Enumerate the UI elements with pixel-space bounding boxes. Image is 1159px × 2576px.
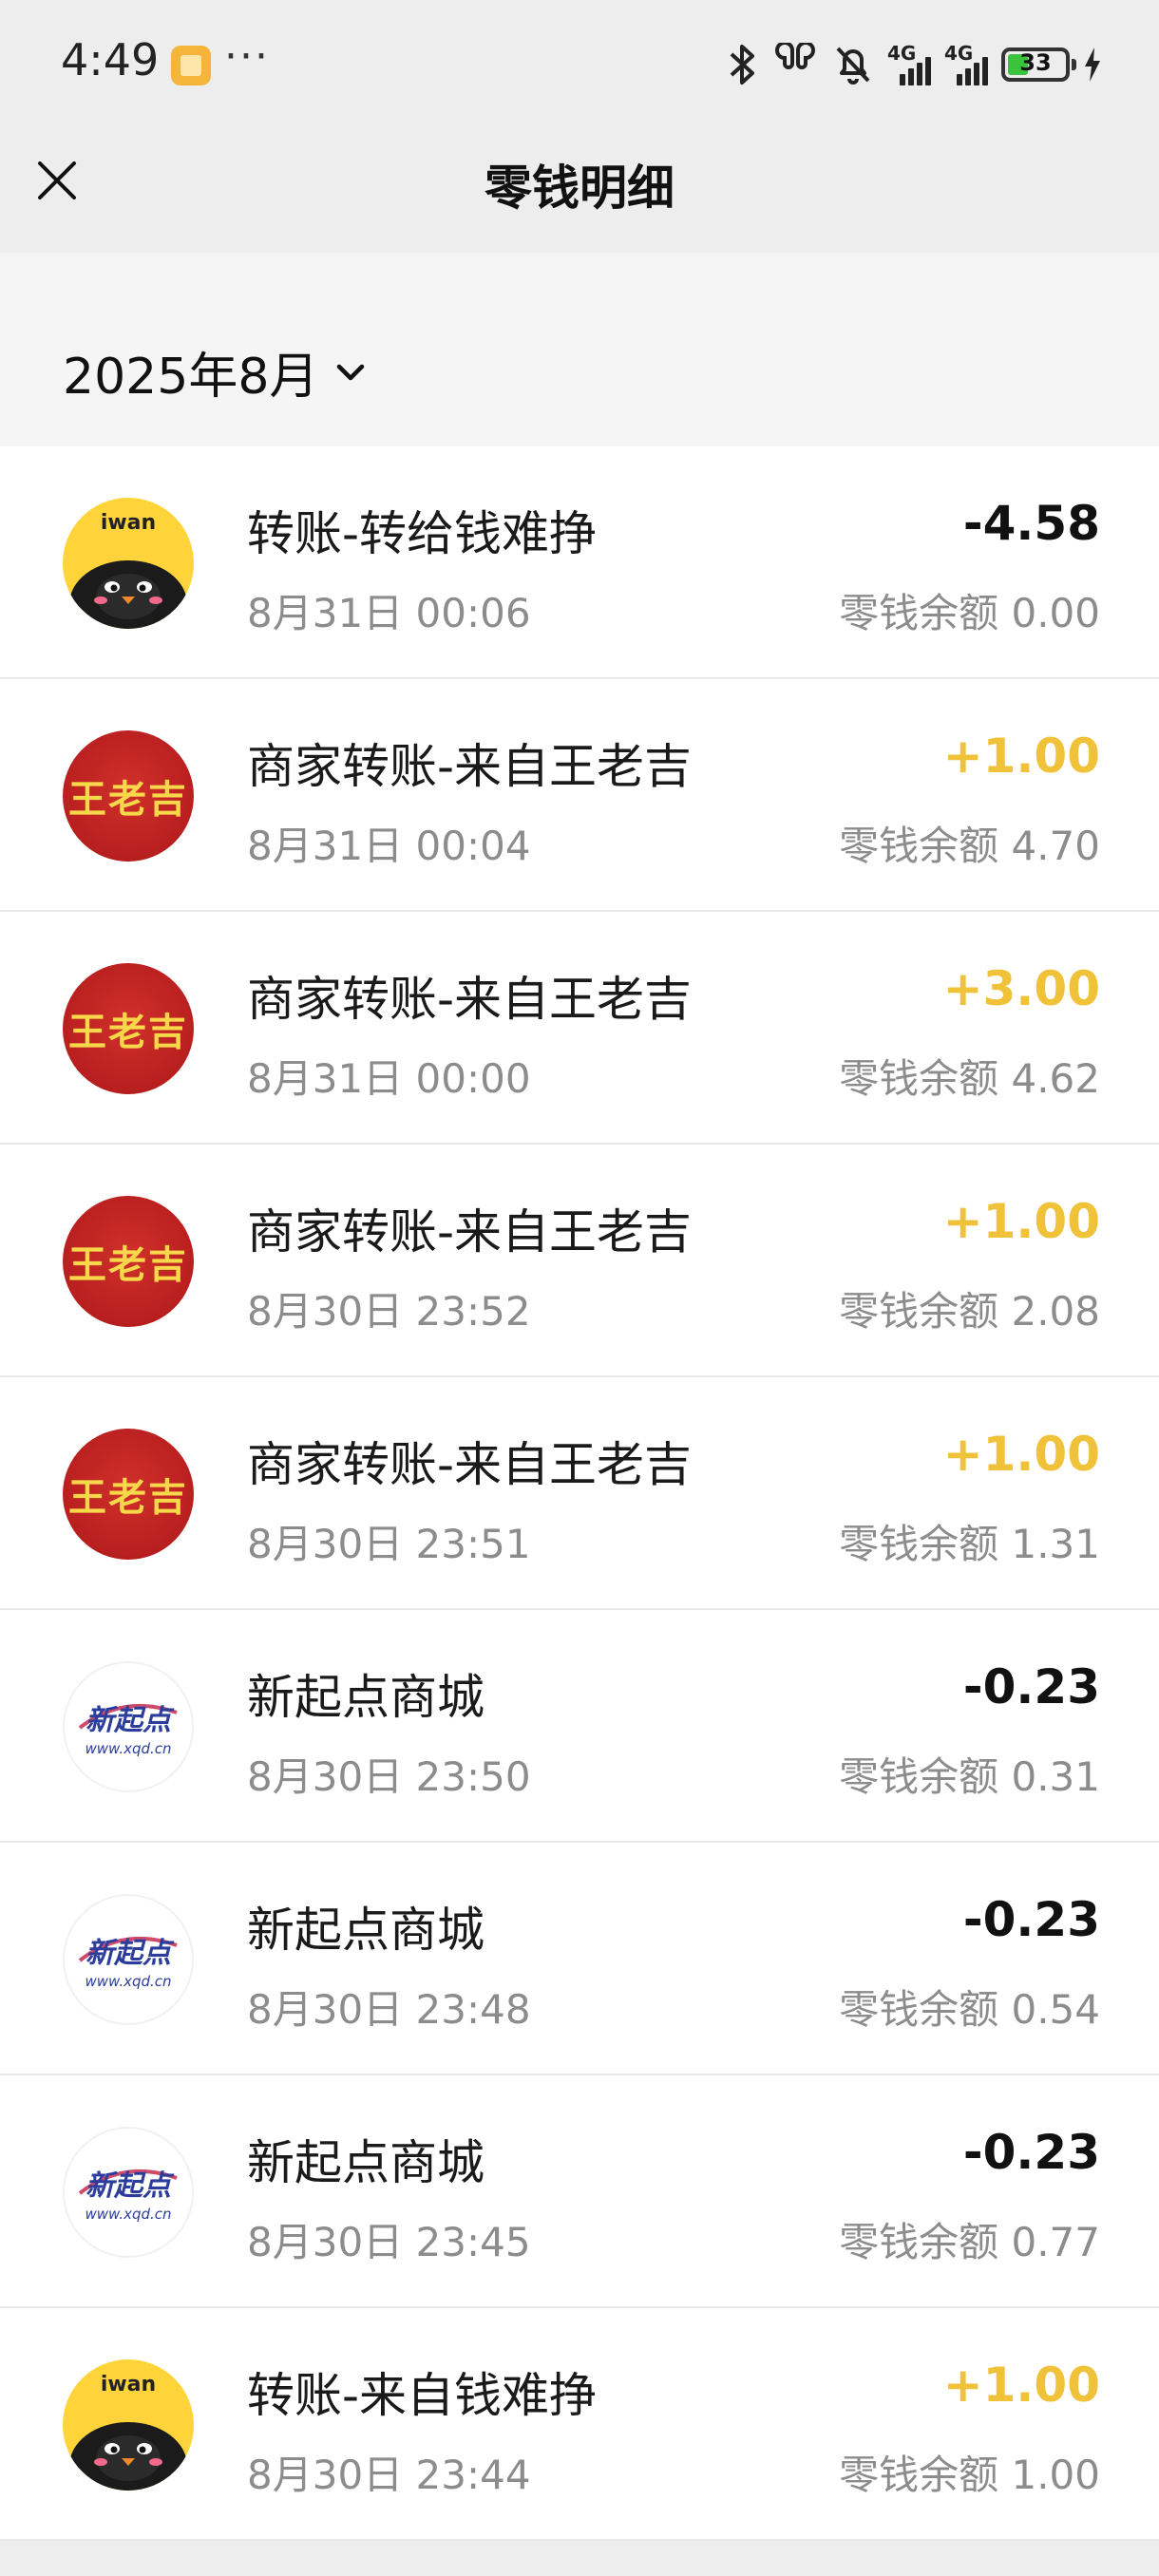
logo-url: www.xqd.cn (85, 2206, 172, 2223)
transaction-amount: -4.58 (962, 496, 1100, 551)
transaction-row[interactable]: 新起点 www.xqd.cn 新起点商城 8月30日 23:50 -0.23 零钱余额 0… (0, 1610, 1159, 1843)
signal-4g-icon-2: 4G (944, 42, 988, 85)
transaction-amount: +3.00 (942, 961, 1100, 1016)
logo-text: 王老吉 (68, 1242, 188, 1287)
signal-4g-icon-1: 4G (887, 42, 931, 85)
transaction-time: 8月31日 00:00 (247, 1055, 531, 1102)
notes-app-icon (171, 46, 211, 85)
charging-icon (1085, 47, 1100, 82)
logo-text: 王老吉 (68, 1010, 188, 1054)
transaction-time: 8月31日 00:06 (247, 590, 531, 636)
logo-text: 王老吉 (68, 1475, 188, 1520)
iwan-penguin-avatar: iwan (63, 498, 194, 629)
balance-after: 零钱余额 0.77 (839, 2219, 1100, 2265)
transaction-row[interactable]: iwan 转账-来自钱难挣 8月30日 23:44 +1.00 零钱余额 1.00 (0, 2308, 1159, 2541)
transaction-amount: +1.00 (942, 729, 1100, 784)
transaction-time: 8月30日 23:51 (247, 1521, 531, 1567)
transaction-row[interactable]: iwan 转账-转给钱难挣 8月31日 00:06 -4.58 零钱余额 0.00 (0, 446, 1159, 679)
logo-text: 新起点 (86, 1704, 171, 1737)
transaction-time: 8月30日 23:48 (247, 1986, 531, 2033)
wanglaoji-logo: 王老吉 (63, 1196, 194, 1327)
transaction-title: 转账-转给钱难挣 (247, 506, 598, 561)
transaction-time: 8月30日 23:52 (247, 1288, 531, 1335)
balance-after: 零钱余额 0.31 (839, 1753, 1100, 1800)
xinqidian-logo: 新起点 www.xqd.cn (63, 1894, 194, 2025)
balance-after: 零钱余额 4.70 (839, 823, 1100, 869)
transaction-time: 8月30日 23:44 (247, 2452, 531, 2498)
chevron-down-icon (337, 364, 365, 380)
transaction-amount: +1.00 (942, 1427, 1100, 1482)
status-bar: 4:49 ··· 4G 4G 33 (0, 0, 1159, 123)
balance-after: 零钱余额 0.54 (839, 1986, 1100, 2033)
iwan-penguin-avatar: iwan (63, 2359, 194, 2491)
balance-after: 零钱余额 4.62 (839, 1055, 1100, 1102)
transaction-row[interactable]: 王老吉 商家转账-来自王老吉 8月30日 23:52 +1.00 零钱余额 2.08 (0, 1145, 1159, 1377)
month-label: 2025年8月 (63, 349, 319, 406)
xinqidian-logo: 新起点 www.xqd.cn (63, 1661, 194, 1792)
logo-text: 王老吉 (68, 777, 188, 822)
transaction-amount: -0.23 (962, 1892, 1100, 1947)
balance-after: 零钱余额 1.31 (839, 1521, 1100, 1567)
logo-url: www.xqd.cn (85, 1740, 172, 1757)
status-icons: 4G 4G 33 (726, 38, 1102, 91)
transaction-title: 新起点商城 (247, 2135, 484, 2190)
status-time: 4:49 (61, 34, 160, 85)
transaction-time: 8月30日 23:45 (247, 2219, 531, 2265)
transaction-title: 新起点商城 (247, 1670, 484, 1725)
transaction-time: 8月31日 00:04 (247, 823, 531, 869)
nav-bar: 零钱明细 (0, 123, 1159, 253)
wanglaoji-logo: 王老吉 (63, 963, 194, 1094)
network-type-2: 4G (944, 42, 974, 65)
logo-text: iwan (100, 511, 157, 535)
transaction-row[interactable]: 新起点 www.xqd.cn 新起点商城 8月30日 23:48 -0.23 零钱余额 0… (0, 1843, 1159, 2075)
month-picker[interactable]: 2025年8月 (63, 336, 368, 407)
more-notifications-icon: ··· (224, 32, 270, 81)
transaction-row[interactable]: 王老吉 商家转账-来自王老吉 8月30日 23:51 +1.00 零钱余额 1.31 (0, 1377, 1159, 1610)
transaction-title: 商家转账-来自王老吉 (247, 739, 693, 794)
transaction-row[interactable]: 王老吉 商家转账-来自王老吉 8月31日 00:00 +3.00 零钱余额 4.62 (0, 912, 1159, 1145)
transaction-amount: -0.23 (962, 2125, 1100, 2180)
transaction-amount: +1.00 (942, 1194, 1100, 1249)
transaction-title: 商家转账-来自王老吉 (247, 972, 693, 1027)
transaction-title: 新起点商城 (247, 1903, 484, 1958)
transaction-title: 商家转账-来自王老吉 (247, 1204, 693, 1260)
earbuds-icon (774, 43, 816, 69)
transaction-title: 商家转账-来自王老吉 (247, 1437, 693, 1492)
transaction-row[interactable]: 王老吉 商家转账-来自王老吉 8月31日 00:04 +1.00 零钱余额 4.70 (0, 679, 1159, 912)
balance-after: 零钱余额 0.00 (839, 590, 1100, 636)
bluetooth-icon (730, 45, 754, 85)
logo-text: 新起点 (86, 1937, 171, 1970)
transaction-row[interactable]: 新起点 www.xqd.cn 新起点商城 8月30日 23:45 -0.23 零钱余额 0… (0, 2075, 1159, 2308)
logo-url: www.xqd.cn (85, 1973, 172, 1990)
network-type-1: 4G (887, 42, 917, 65)
transaction-time: 8月30日 23:50 (247, 1753, 531, 1800)
balance-after: 零钱余额 1.00 (839, 2452, 1100, 2498)
battery-icon: 33 (1001, 47, 1076, 82)
wanglaoji-logo: 王老吉 (63, 1429, 194, 1560)
transaction-list: iwan 转账-转给钱难挣 8月31日 00:06 -4.58 零钱余额 0.00 王老吉… (0, 446, 1159, 2541)
transaction-amount: +1.00 (942, 2358, 1100, 2413)
month-filter-bar: 2025年8月 (0, 253, 1159, 446)
bell-muted-icon (836, 47, 870, 85)
xinqidian-logo: 新起点 www.xqd.cn (63, 2127, 194, 2258)
logo-text: 新起点 (86, 2169, 171, 2203)
transaction-amount: -0.23 (962, 1659, 1100, 1714)
transaction-title: 转账-来自钱难挣 (247, 2368, 598, 2423)
page-title: 零钱明细 (484, 161, 674, 216)
logo-text: iwan (100, 2373, 157, 2396)
wanglaoji-logo: 王老吉 (63, 730, 194, 862)
battery-level: 33 (1019, 49, 1052, 76)
balance-after: 零钱余额 2.08 (839, 1288, 1100, 1335)
